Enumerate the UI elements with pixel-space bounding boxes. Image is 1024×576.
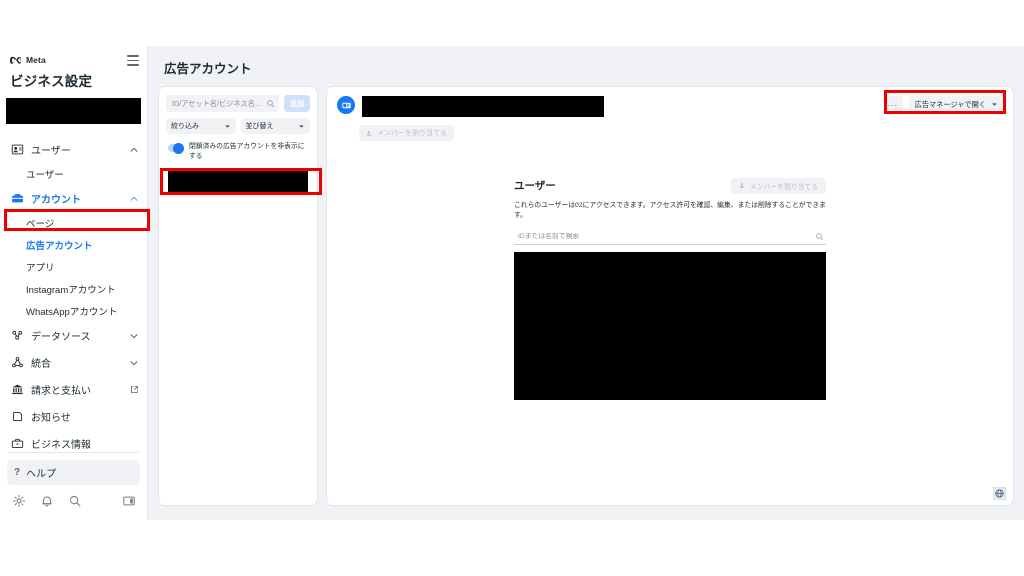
sidebar-item-label: お知らせ — [31, 413, 71, 424]
users-search-input[interactable] — [514, 232, 826, 240]
chevron-up-icon — [130, 196, 138, 201]
users-icon — [10, 143, 24, 157]
asset-search-input[interactable] — [172, 99, 263, 108]
sidebar-item-data-sources[interactable]: データソース — [0, 322, 147, 349]
ad-account-icon — [337, 96, 355, 114]
business-name-redacted — [6, 98, 141, 124]
filter-dropdown[interactable]: 絞り込み — [166, 118, 236, 134]
sidebar-nav: ユーザー ユーザー アカウント ページ 広告アカウント アプリ Instagra… — [0, 134, 147, 457]
gear-icon[interactable] — [12, 494, 26, 508]
add-ad-account-button[interactable]: 追加 — [284, 95, 310, 112]
list-search-row: 追加 — [166, 95, 310, 112]
sidebar-item-label: データソース — [31, 332, 91, 343]
assign-member-label: メンバーを割り当てる — [377, 130, 447, 137]
meta-wordmark: Meta — [26, 55, 46, 65]
assign-member-button[interactable]: メンバーを割り当てる — [731, 177, 826, 194]
chevron-down-icon — [992, 103, 997, 106]
app-root: Meta ビジネス設定 ユーザー ユーザー アカウント ページ 広告アカウント … — [0, 0, 1024, 576]
assign-member-label: メンバーを割り当てる — [750, 183, 818, 191]
selected-ad-account-redacted[interactable] — [168, 170, 308, 193]
more-options-button[interactable]: ··· — [882, 96, 903, 113]
accounts-icon — [10, 192, 24, 206]
content-columns: 追加 絞り込み 並び替え 閉鎖済みの広告アカウントを非表示にする — [158, 86, 1014, 506]
ad-account-name-redacted — [362, 96, 604, 117]
sidebar-item-label: ビジネス情報 — [31, 440, 91, 451]
ad-account-detail-panel: メンバーを割り当てる ··· 広告マネージャで開く ユーザー メンバーを割り当て — [326, 86, 1014, 506]
users-table-redacted — [514, 251, 826, 400]
users-section-header: ユーザー メンバーを割り当てる — [514, 177, 826, 194]
window-bottom-chrome — [0, 520, 1024, 576]
sidebar-subitem-pages[interactable]: ページ — [0, 212, 147, 234]
sidebar-item-label: アカウント — [31, 195, 81, 206]
sidebar-title: ビジネス設定 — [10, 74, 93, 89]
sidebar-item-users[interactable]: ユーザー — [0, 136, 147, 163]
panel-toggle-icon[interactable] — [122, 494, 136, 508]
sidebar-item-billing[interactable]: 請求と支払い — [0, 376, 147, 403]
billing-icon — [10, 383, 24, 397]
bell-icon[interactable] — [40, 494, 54, 508]
hide-closed-accounts-toggle[interactable] — [168, 142, 184, 154]
search-icon — [816, 232, 824, 240]
search-icon[interactable] — [68, 494, 82, 508]
chevron-down-icon — [130, 360, 138, 365]
sidebar-divider — [8, 452, 139, 453]
sidebar-subitem-instagram-accounts[interactable]: Instagramアカウント — [0, 278, 147, 300]
sidebar-tools — [0, 491, 147, 520]
users-section-title: ユーザー — [514, 180, 556, 192]
help-button[interactable]: ? ヘルプ — [7, 460, 140, 485]
globe-icon[interactable] — [993, 487, 1006, 500]
sidebar-item-integrations[interactable]: 統合 — [0, 349, 147, 376]
person-add-icon — [739, 183, 744, 188]
chevron-down-icon — [224, 124, 230, 128]
business-info-icon — [10, 437, 24, 451]
sidebar-footer: ? ヘルプ — [0, 452, 147, 520]
main-content: 広告アカウント 追加 絞り込み 並び替え — [148, 46, 1024, 520]
sidebar-header: Meta — [0, 46, 147, 66]
sidebar-item-label: ユーザー — [31, 146, 71, 157]
meta-infinity-icon — [10, 56, 22, 64]
detail-actions: ··· 広告マネージャで開く — [882, 96, 1004, 113]
users-section-description: これらのユーザーは02にアクセスできます。アクセス許可を確認、編集、または削除す… — [514, 201, 826, 220]
assign-member-button-top[interactable]: メンバーを割り当てる — [359, 125, 454, 141]
page-title: 広告アカウント — [164, 62, 252, 76]
chevron-up-icon — [130, 147, 138, 152]
question-mark-icon: ? — [14, 467, 21, 478]
person-add-icon — [366, 130, 371, 136]
asset-search-box[interactable] — [166, 95, 279, 112]
chevron-down-icon — [299, 124, 304, 128]
sidebar-item-accounts[interactable]: アカウント — [0, 185, 147, 212]
filter-dropdown-label: 絞り込み — [171, 123, 199, 130]
sort-dropdown-label: 並び替え — [245, 123, 274, 130]
hamburger-menu-icon[interactable] — [127, 55, 139, 66]
sidebar-group-accounts: アカウント ページ 広告アカウント アプリ Instagramアカウント Wha… — [0, 185, 147, 322]
list-filter-row: 絞り込み 並び替え — [166, 118, 310, 134]
sidebar-item-label: 請求と支払い — [31, 386, 91, 397]
hide-closed-accounts-label: 閉鎖済みの広告アカウントを非表示にする — [189, 143, 305, 160]
meta-logo: Meta — [10, 55, 137, 65]
data-sources-icon — [10, 329, 24, 343]
sidebar-subitem-whatsapp-accounts[interactable]: WhatsAppアカウント — [0, 300, 147, 322]
open-in-ads-manager-button[interactable]: 広告マネージャで開く — [908, 96, 1004, 113]
sidebar-subitem-ad-accounts[interactable]: 広告アカウント — [0, 234, 147, 256]
chevron-down-icon — [130, 333, 138, 338]
notifications-icon — [10, 410, 24, 424]
ad-accounts-list-panel: 追加 絞り込み 並び替え 閉鎖済みの広告アカウントを非表示にする — [158, 86, 318, 506]
sidebar-group-users: ユーザー ユーザー — [0, 136, 147, 185]
window-top-chrome — [0, 0, 1024, 46]
hide-closed-accounts-row: 閉鎖済みの広告アカウントを非表示にする — [166, 142, 310, 162]
sidebar-item-notifications[interactable]: お知らせ — [0, 403, 147, 430]
open-in-ads-manager-label: 広告マネージャで開く — [914, 99, 986, 109]
sidebar-subitem-users[interactable]: ユーザー — [0, 163, 147, 185]
sort-dropdown[interactable]: 並び替え — [240, 118, 310, 134]
users-section: ユーザー メンバーを割り当てる これらのユーザーは02にアクセスできます。アクセ… — [514, 177, 826, 400]
integrations-icon — [10, 356, 24, 370]
sidebar-subitem-apps[interactable]: アプリ — [0, 256, 147, 278]
sidebar-item-label: 統合 — [31, 359, 51, 370]
external-link-icon — [131, 386, 138, 393]
help-label: ヘルプ — [26, 469, 57, 480]
search-icon — [267, 100, 275, 108]
users-search-box[interactable] — [514, 229, 826, 245]
sidebar: Meta ビジネス設定 ユーザー ユーザー アカウント ページ 広告アカウント … — [0, 46, 148, 520]
